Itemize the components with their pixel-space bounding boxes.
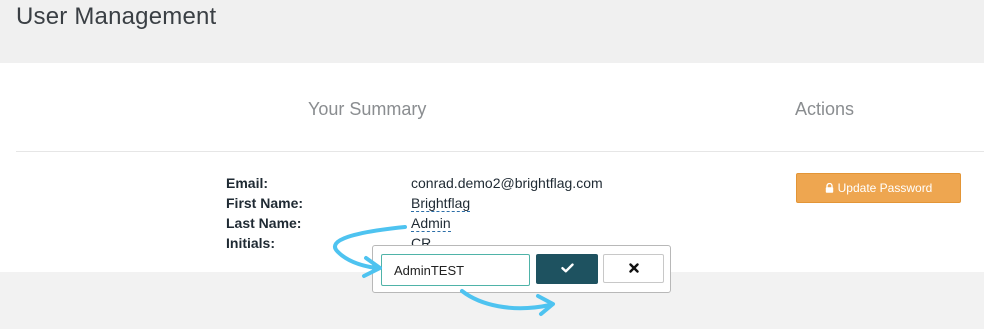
summary-column-header: Your Summary [308, 99, 427, 119]
inline-edit-popover [372, 245, 671, 293]
initials-label: Initials: [226, 235, 276, 251]
page-title: User Management [16, 3, 217, 30]
cancel-button[interactable] [603, 254, 664, 283]
email-label: Email: [226, 175, 269, 191]
first-name-label: First Name: [226, 195, 304, 211]
close-icon [628, 260, 639, 278]
page-header: User Management [0, 0, 984, 63]
summary-card: Your Summary Actions Email: conrad.demo2… [0, 63, 984, 272]
lock-icon [825, 183, 834, 193]
annotation-arrow-to-confirm [460, 289, 555, 316]
last-name-edit-input[interactable] [381, 254, 530, 286]
checkmark-icon [560, 260, 574, 278]
confirm-button[interactable] [536, 254, 598, 284]
first-name-value[interactable]: Brightflag [411, 195, 471, 212]
actions-column-header: Actions [795, 99, 855, 119]
last-name-label: Last Name: [226, 215, 302, 231]
email-value: conrad.demo2@brightflag.com [411, 175, 603, 191]
update-password-button[interactable]: Update Password [796, 173, 961, 203]
update-password-label: Update Password [837, 181, 933, 195]
header-divider [16, 151, 984, 152]
last-name-value[interactable]: Admin [411, 215, 451, 232]
